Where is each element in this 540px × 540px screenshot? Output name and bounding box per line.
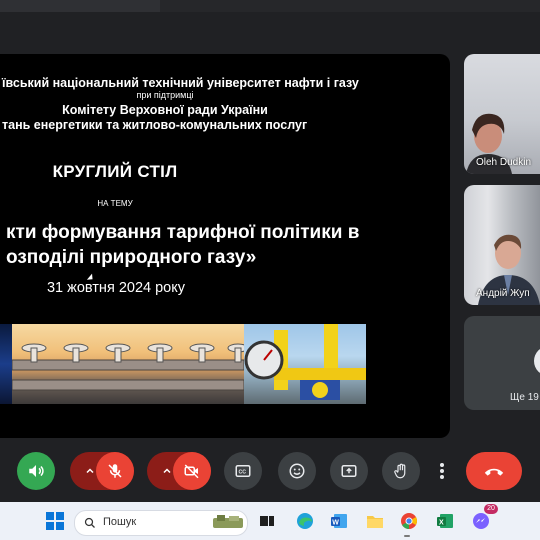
speaker-icon [29, 465, 44, 477]
camera-off-icon [184, 464, 199, 479]
emoji-icon [289, 463, 305, 479]
slide-photo-gas-pipes [244, 324, 366, 404]
chrome-icon[interactable] [398, 510, 420, 532]
mic-toggle-button[interactable] [96, 452, 134, 490]
windows-taskbar: Пошук W X [0, 502, 540, 540]
speaker-button[interactable] [17, 452, 55, 490]
active-app-indicator [404, 535, 410, 537]
slide-photo-valves [12, 324, 244, 404]
captions-button[interactable]: CC [224, 452, 262, 490]
slide-subject-line-1: кти формування тарифної політики в [6, 222, 360, 243]
windows-start-icon[interactable] [44, 510, 66, 532]
participant-name: Oleh Dudkin [476, 157, 532, 168]
hand-icon [394, 463, 406, 479]
mic-off-icon [108, 464, 122, 478]
svg-text:CC: CC [239, 470, 247, 476]
edge-browser-icon[interactable] [294, 510, 316, 532]
participant-tile[interactable]: Oleh Dudkin [464, 54, 540, 174]
camera-control[interactable] [147, 452, 211, 490]
raise-hand-button[interactable] [382, 452, 420, 490]
avatar [534, 346, 540, 376]
emoji-reaction-button[interactable] [278, 452, 316, 490]
slide-date: 31 жовтня 2024 року [46, 280, 185, 296]
more-participants-label: Ще 19 [510, 392, 539, 403]
slide-subject-prefix: НА ТЕМУ [97, 199, 133, 208]
file-explorer-icon[interactable] [364, 510, 386, 532]
slide-committee: Комітету Верховної ради України [62, 103, 268, 117]
leave-call-button[interactable] [466, 452, 522, 490]
presentation-slide: ївський національний технічний університ… [0, 54, 450, 438]
end-call-icon [484, 468, 504, 476]
svg-text:W: W [332, 519, 339, 526]
camera-toggle-button[interactable] [173, 452, 211, 490]
chevron-up-icon [163, 468, 171, 474]
slide-event-title: КРУГЛИЙ СТІЛ [52, 162, 178, 181]
task-view-icon[interactable] [256, 510, 278, 532]
search-icon [84, 517, 95, 528]
slide-photo-left [0, 324, 12, 404]
slide-university: ївський національний технічний університ… [2, 76, 359, 90]
present-icon [341, 465, 357, 477]
tab-strip [0, 0, 160, 12]
slide-subject-line-2: озподілі природного газу» [6, 247, 257, 268]
chevron-up-icon [86, 468, 94, 474]
browser-top-bar [0, 0, 540, 12]
word-icon[interactable]: W [328, 510, 350, 532]
more-options-button[interactable] [432, 452, 452, 490]
more-participants-tile[interactable]: Ще 19 [464, 316, 540, 410]
notification-badge: 20 [484, 504, 498, 514]
excel-icon[interactable]: X [434, 510, 456, 532]
tab-strip-empty [160, 0, 540, 12]
microphone-control[interactable] [70, 452, 134, 490]
taskbar-search-box[interactable]: Пошук [74, 510, 248, 536]
search-placeholder: Пошук [103, 516, 137, 528]
present-now-button[interactable] [330, 452, 368, 490]
search-highlight-icon [213, 515, 243, 528]
participant-name: Андрій Жуп [476, 288, 530, 299]
slide-support: при підтримці [136, 90, 194, 100]
slide-committee-topic: тань енергетики та житлово-комунальних п… [2, 118, 308, 132]
participant-tile[interactable]: Андрій Жуп [464, 185, 540, 305]
svg-text:X: X [439, 519, 444, 526]
captions-icon: CC [235, 465, 251, 477]
more-vert-icon [440, 463, 444, 479]
